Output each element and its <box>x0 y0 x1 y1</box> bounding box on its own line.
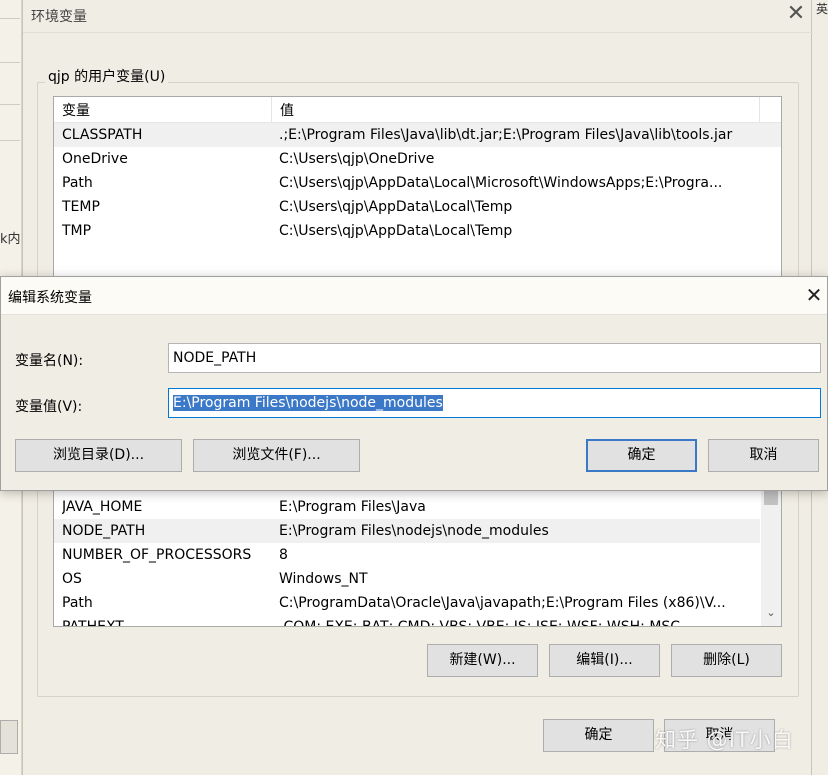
title-divider <box>23 32 813 33</box>
system-variable-row[interactable]: PATHEXT .COM;.EXE;.BAT;.CMD;.VBS;.VBE;.J… <box>54 615 760 627</box>
variable-name-label: 变量名(N): <box>15 353 84 369</box>
dialog-cancel-button[interactable]: 取消 <box>708 439 819 472</box>
user-variables-label: qjp 的用户变量(U) <box>45 66 169 86</box>
background-text-right: 英 <box>815 2 828 16</box>
user-variable-row[interactable]: TEMP C:\Users\qjp\AppData\Local\Temp <box>54 195 781 219</box>
new-variable-button[interactable]: 新建(W)... <box>427 644 538 677</box>
variable-value: C:\Users\qjp\AppData\Local\Microsoft\Win… <box>279 175 723 191</box>
system-variable-row[interactable]: Path C:\ProgramData\Oracle\Java\javapath… <box>54 591 760 615</box>
watermark: 知乎 @IT小白 <box>655 728 794 752</box>
user-variable-row[interactable]: Path C:\Users\qjp\AppData\Local\Microsof… <box>54 171 781 195</box>
dialog-titlebar: 编辑系统变量 ✕ <box>1 277 827 315</box>
vertical-scrollbar[interactable]: ⌄ <box>761 481 781 626</box>
user-variable-row[interactable]: CLASSPATH .;E:\Program Files\Java\lib\dt… <box>54 123 781 147</box>
variable-value: 8 <box>279 547 288 563</box>
user-variables-list[interactable]: 变量 值 CLASSPATH .;E:\Program Files\Java\l… <box>53 96 782 286</box>
system-variable-row[interactable]: NUMBER_OF_PROCESSORS 8 <box>54 543 760 567</box>
env-ok-button[interactable]: 确定 <box>543 719 654 752</box>
variable-value-label: 变量值(V): <box>15 399 83 415</box>
system-variables-list[interactable]: JAVA_HOME E:\Program Files\Java NODE_PAT… <box>53 480 782 627</box>
dialog-ok-button[interactable]: 确定 <box>586 439 697 472</box>
edit-system-variable-dialog: 编辑系统变量 ✕ 变量名(N): NODE_PATH 变量值(V): E:\Pr… <box>0 276 828 491</box>
variable-name: TEMP <box>62 199 100 215</box>
column-header-value[interactable]: 值 <box>272 97 760 123</box>
variable-name: TMP <box>62 223 92 239</box>
system-variable-row[interactable]: OS Windows_NT <box>54 567 760 591</box>
background-button[interactable] <box>0 720 18 754</box>
variable-value: C:\Users\qjp\AppData\Local\Temp <box>279 199 513 215</box>
background-text: k内 <box>0 232 21 247</box>
column-header-variable[interactable]: 变量 <box>54 97 272 123</box>
edit-variable-button[interactable]: 编辑(I)... <box>549 644 660 677</box>
variable-name-input[interactable]: NODE_PATH <box>168 343 821 373</box>
variable-value-input[interactable]: E:\Program Files\nodejs\node_modules <box>168 388 821 418</box>
browse-file-button[interactable]: 浏览文件(F)... <box>193 439 360 472</box>
variable-name: Path <box>62 595 93 611</box>
variable-value: C:\Users\qjp\AppData\Local\Temp <box>279 223 513 239</box>
variable-name: Path <box>62 175 93 191</box>
list-header: 变量 值 <box>54 97 781 123</box>
variable-name: NODE_PATH <box>62 523 146 539</box>
system-variable-row[interactable]: NODE_PATH E:\Program Files\nodejs\node_m… <box>54 519 760 543</box>
variable-value: Windows_NT <box>279 571 368 587</box>
delete-variable-button[interactable]: 删除(L) <box>671 644 782 677</box>
selected-text: E:\Program Files\nodejs\node_modules <box>173 395 443 411</box>
background-divider <box>0 62 20 63</box>
browse-directory-button[interactable]: 浏览目录(D)... <box>15 439 182 472</box>
variable-name: PATHEXT <box>62 619 124 627</box>
system-variable-row[interactable]: JAVA_HOME E:\Program Files\Java <box>54 495 760 519</box>
user-variable-row[interactable]: TMP C:\Users\qjp\AppData\Local\Temp <box>54 219 781 243</box>
dialog-title: 编辑系统变量 <box>8 290 92 306</box>
system-variables-rows: JAVA_HOME E:\Program Files\Java NODE_PAT… <box>54 495 760 627</box>
variable-value: E:\Program Files\nodejs\node_modules <box>279 523 549 539</box>
variable-name: NUMBER_OF_PROCESSORS <box>62 547 252 563</box>
user-variable-row[interactable]: OneDrive C:\Users\qjp\OneDrive <box>54 147 781 171</box>
variable-value: .COM;.EXE;.BAT;.CMD;.VBS;.VBE;.JS;.JSE;.… <box>279 619 681 627</box>
variable-name: OS <box>62 571 82 587</box>
variable-name: OneDrive <box>62 151 128 167</box>
variable-value: C:\ProgramData\Oracle\Java\javapath;E:\P… <box>279 595 726 611</box>
window-title: 环境变量 <box>31 9 87 25</box>
background-divider <box>0 140 20 141</box>
background-divider <box>0 18 20 19</box>
variable-name: JAVA_HOME <box>62 499 143 515</box>
variable-value: E:\Program Files\Java <box>279 499 426 515</box>
variable-name: CLASSPATH <box>62 127 143 143</box>
chevron-down-icon[interactable]: ⌄ <box>761 606 781 620</box>
variable-value: C:\Users\qjp\OneDrive <box>279 151 435 167</box>
close-icon[interactable]: ✕ <box>785 2 807 26</box>
variable-value: .;E:\Program Files\Java\lib\dt.jar;E:\Pr… <box>279 127 733 143</box>
close-icon[interactable]: ✕ <box>803 283 825 307</box>
background-divider <box>0 104 20 105</box>
